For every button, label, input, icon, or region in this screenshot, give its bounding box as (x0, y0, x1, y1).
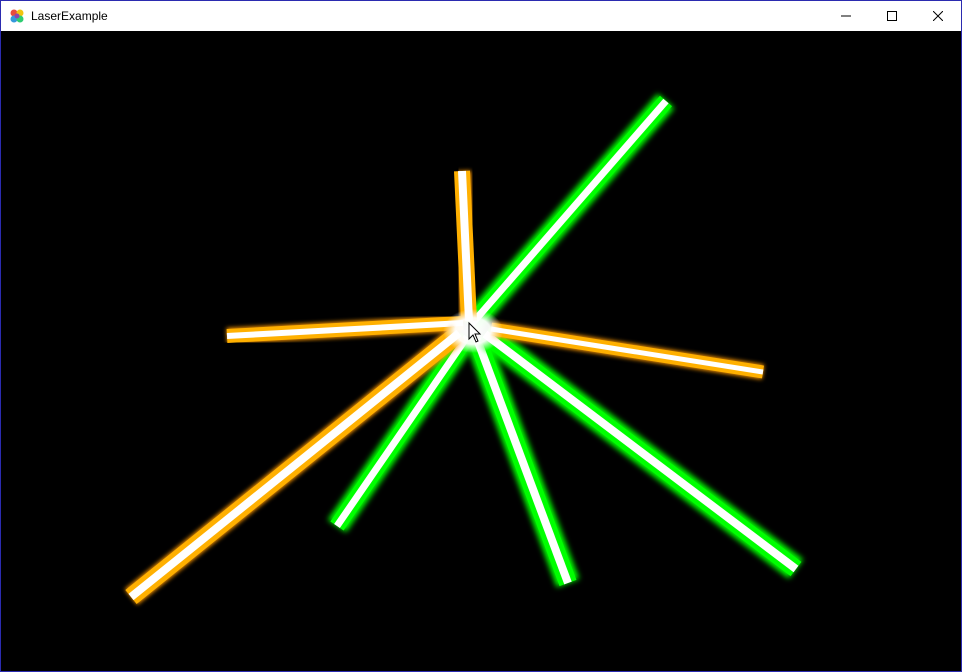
app-flower-icon (9, 8, 25, 24)
orange-beam-up (453, 170, 478, 322)
maximize-button[interactable] (869, 1, 915, 31)
green-beam-upper-right (461, 93, 675, 334)
minimize-icon (841, 15, 851, 17)
maximize-icon (887, 11, 897, 21)
render-canvas[interactable] (1, 31, 961, 671)
green-beam-lower-left (327, 330, 477, 533)
orange-beam-left (226, 315, 464, 344)
close-button[interactable] (915, 1, 961, 31)
minimize-button[interactable] (823, 1, 869, 31)
orange-beam-lower-left (124, 325, 466, 605)
app-window: LaserExample (0, 0, 962, 672)
laser-scene (124, 93, 804, 605)
window-title: LaserExample (31, 9, 108, 23)
close-icon (933, 11, 943, 21)
window-controls (823, 1, 961, 31)
title-bar[interactable]: LaserExample (1, 1, 961, 31)
